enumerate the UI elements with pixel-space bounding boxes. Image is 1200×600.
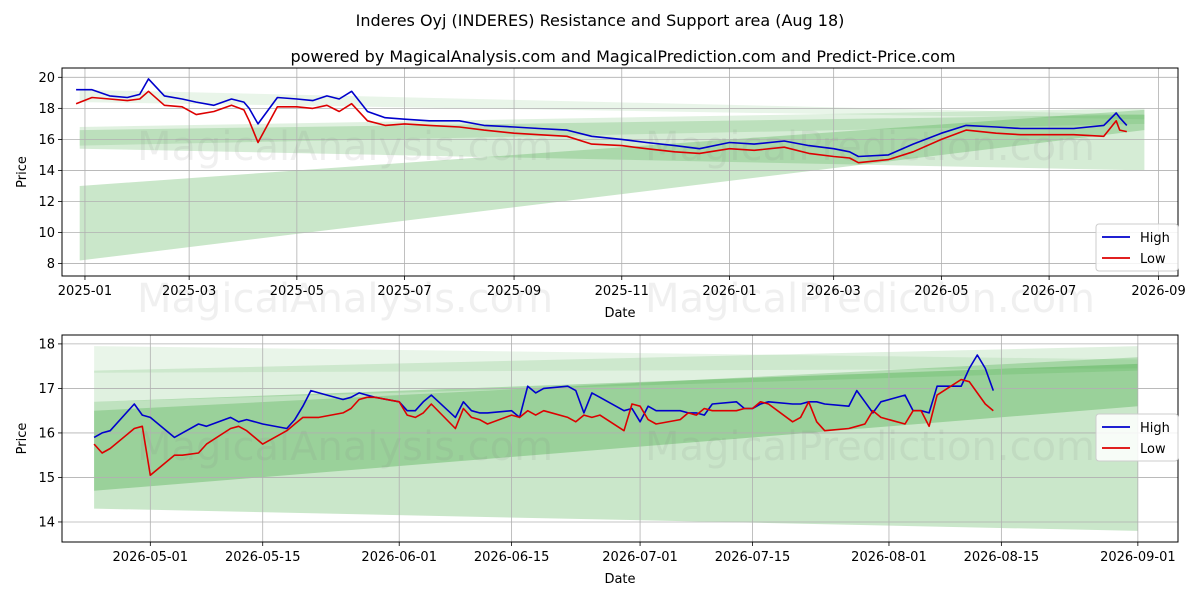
x-tick-label: 2026-06-15 bbox=[474, 550, 550, 565]
x-tick-label: 2025-03 bbox=[162, 284, 216, 299]
y-tick-label: 12 bbox=[38, 195, 55, 210]
y-axis-label: Price bbox=[15, 423, 30, 455]
y-tick-label: 20 bbox=[38, 71, 55, 86]
x-tick-label: 2026-03 bbox=[807, 284, 861, 299]
top-chart-panel: MagicalAnalysis.com MagicalPrediction.co… bbox=[15, 67, 1186, 322]
legend-label: Low bbox=[1140, 442, 1166, 457]
y-axis-label: Price bbox=[15, 156, 30, 188]
y-tick-label: 17 bbox=[38, 382, 55, 397]
x-tick-label: 2026-01 bbox=[702, 284, 756, 299]
y-tick-label: 15 bbox=[38, 471, 55, 486]
x-tick-label: 2025-01 bbox=[58, 284, 112, 299]
chart-title: Inderes Oyj (INDERES) Resistance and Sup… bbox=[356, 11, 845, 30]
y-tick-label: 8 bbox=[47, 257, 55, 272]
legend-label: High bbox=[1140, 231, 1170, 246]
watermark-right: MagicalPrediction.com bbox=[645, 124, 1095, 170]
watermark-right: MagicalPrediction.com bbox=[645, 424, 1095, 470]
y-tick-label: 18 bbox=[38, 337, 55, 352]
x-tick-label: 2026-05-15 bbox=[225, 550, 301, 565]
x-tick-label: 2026-06-01 bbox=[361, 550, 437, 565]
x-tick-label: 2026-09-01 bbox=[1100, 550, 1176, 565]
watermark-right: MagicalPrediction.com bbox=[645, 276, 1095, 322]
y-tick-label: 18 bbox=[38, 102, 55, 117]
watermark-left: MagicalAnalysis.com bbox=[137, 276, 553, 322]
y-tick-label: 10 bbox=[38, 226, 55, 241]
y-tick-label: 14 bbox=[38, 164, 55, 179]
x-tick-label: 2026-07-01 bbox=[602, 550, 678, 565]
x-tick-label: 2026-05-01 bbox=[113, 550, 189, 565]
y-tick-label: 14 bbox=[38, 515, 55, 530]
x-tick-label: 2025-11 bbox=[595, 284, 649, 299]
legend-label: Low bbox=[1140, 252, 1166, 267]
y-tick-label: 16 bbox=[38, 426, 55, 441]
legend-label: High bbox=[1140, 421, 1170, 436]
x-axis-label: Date bbox=[604, 306, 635, 321]
x-tick-label: 2025-09 bbox=[487, 284, 541, 299]
x-tick-label: 2026-08-01 bbox=[851, 550, 927, 565]
chart-figure: Inderes Oyj (INDERES) Resistance and Sup… bbox=[15, 11, 1186, 587]
x-tick-label: 2026-07 bbox=[1022, 284, 1076, 299]
bottom-chart-panel: MagicalAnalysis.com MagicalPrediction.co… bbox=[15, 334, 1179, 587]
watermark-left: MagicalAnalysis.com bbox=[137, 424, 553, 470]
x-tick-label: 2026-09 bbox=[1131, 284, 1185, 299]
chart-subtitle: powered by MagicalAnalysis.com and Magic… bbox=[290, 47, 955, 66]
x-tick-label: 2026-05 bbox=[914, 284, 968, 299]
x-tick-label: 2026-07-15 bbox=[715, 550, 791, 565]
x-tick-label: 2026-08-15 bbox=[964, 550, 1040, 565]
x-axis-label: Date bbox=[604, 572, 635, 587]
x-tick-label: 2025-05 bbox=[270, 284, 324, 299]
y-tick-label: 16 bbox=[38, 133, 55, 148]
x-tick-label: 2025-07 bbox=[377, 284, 431, 299]
